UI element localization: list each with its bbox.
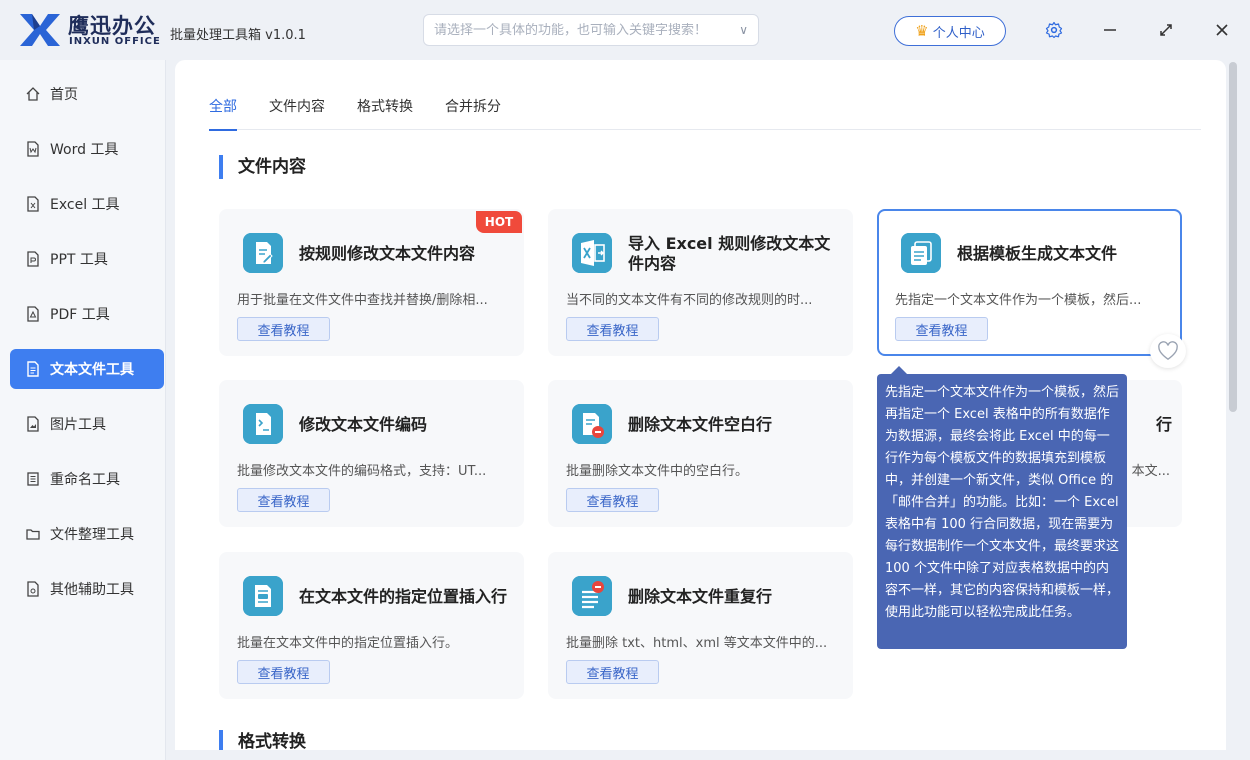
sidebar-item-word[interactable]: Word 工具 <box>10 129 164 169</box>
sidebar-item-label: 文本文件工具 <box>50 362 134 378</box>
sidebar-item-pdf[interactable]: PDF 工具 <box>10 294 164 334</box>
sidebar-item-excel[interactable]: Excel 工具 <box>10 184 164 224</box>
tool-card-title: 根据模板生成文本文件 <box>957 244 1118 263</box>
excel-file-icon <box>27 196 39 212</box>
maximize-button[interactable] <box>1154 18 1178 42</box>
view-tutorial-button[interactable]: 查看教程 <box>566 660 659 684</box>
sidebar-item-label: 重命名工具 <box>50 472 120 488</box>
pdf-file-icon <box>27 306 39 322</box>
home-icon <box>26 87 40 101</box>
sidebar-item-label: PDF 工具 <box>50 307 110 323</box>
view-tutorial-button[interactable]: 查看教程 <box>237 317 330 341</box>
crown-icon: ♛ <box>915 22 929 40</box>
inxun-logo-icon <box>20 14 60 46</box>
ppt-file-icon <box>27 251 39 267</box>
tool-card[interactable]: 删除文本文件重复行 批量删除 txt、html、xml 等文本文件中的... 查… <box>548 552 853 699</box>
folder-icon <box>26 529 40 540</box>
close-button[interactable] <box>1210 18 1234 42</box>
tool-card-desc: 先指定一个文本文件作为一个模板，然后... <box>895 293 1142 308</box>
section-title-file-content: 文件内容 <box>219 155 306 179</box>
sidebar: 首页 Word 工具 Excel 工具 PPT 工具 PDF 工具 文本文件工具… <box>0 60 166 760</box>
tool-card-desc: 批量修改文本文件的编码格式，支持：UT... <box>237 464 487 479</box>
sidebar-item-file-organize[interactable]: 文件整理工具 <box>10 514 164 554</box>
template-doc-icon <box>901 233 941 273</box>
sidebar-item-label: Word 工具 <box>50 142 119 158</box>
sidebar-item-label: 图片工具 <box>50 417 106 433</box>
sidebar-item-label: PPT 工具 <box>50 252 108 268</box>
tool-card-title: 修改文本文件编码 <box>299 415 428 434</box>
tool-card-desc: 批量删除文本文件中的空白行。 <box>566 464 749 479</box>
insert-line-icon <box>243 576 283 616</box>
tool-card[interactable]: 按规则修改文本文件内容 用于批量在文件文件中查找并替换/删除相... 查看教程 … <box>219 209 524 356</box>
tool-description-tooltip: 先指定一个文本文件作为一个模板，然后再指定一个 Excel 表格中的所有数据作为… <box>877 366 1127 649</box>
edit-doc-icon <box>243 233 283 273</box>
sidebar-item-label: 其他辅助工具 <box>50 582 134 598</box>
tab-file-content[interactable]: 文件内容 <box>269 96 325 130</box>
tool-card-title: 删除文本文件重复行 <box>628 587 773 606</box>
view-tutorial-button[interactable]: 查看教程 <box>895 317 988 341</box>
minimize-button[interactable] <box>1098 18 1122 42</box>
scrollbar-thumb[interactable] <box>1229 62 1237 412</box>
excel-import-icon <box>572 233 612 273</box>
tool-card[interactable]: 修改文本文件编码 批量修改文本文件的编码格式，支持：UT... 查看教程 <box>219 380 524 527</box>
rename-icon <box>27 472 39 486</box>
sidebar-item-home[interactable]: 首页 <box>10 74 164 114</box>
encoding-doc-icon <box>243 404 283 444</box>
brand-name-en: INXUN OFFICE <box>69 36 161 47</box>
tool-card-title: 按规则修改文本文件内容 <box>299 244 476 263</box>
remove-blank-line-icon <box>572 404 612 444</box>
tool-card-desc: 批量在文本文件中的指定位置插入行。 <box>237 636 459 651</box>
tool-card[interactable]: 删除文本文件空白行 批量删除文本文件中的空白行。 查看教程 <box>548 380 853 527</box>
app-title: 批量处理工具箱 v1.0.1 <box>170 28 306 43</box>
tool-card[interactable]: 根据模板生成文本文件 先指定一个文本文件作为一个模板，然后... 查看教程 <box>877 209 1182 356</box>
search-input[interactable] <box>434 22 740 38</box>
sidebar-item-other-tools[interactable]: 其他辅助工具 <box>10 569 164 609</box>
sidebar-item-ppt[interactable]: PPT 工具 <box>10 239 164 279</box>
view-tutorial-button[interactable]: 查看教程 <box>566 488 659 512</box>
sidebar-item-rename[interactable]: 重命名工具 <box>10 459 164 499</box>
text-file-icon <box>27 361 39 377</box>
tool-card[interactable]: 在文本文件的指定位置插入行 批量在文本文件中的指定位置插入行。 查看教程 <box>219 552 524 699</box>
favorite-heart-icon[interactable] <box>1150 334 1186 368</box>
search-box[interactable]: ∨ <box>423 14 759 46</box>
remove-duplicate-line-icon <box>572 576 612 616</box>
sidebar-item-label: 文件整理工具 <box>50 527 134 543</box>
scrollbar[interactable] <box>1228 62 1238 750</box>
tool-card-desc: 批量删除 txt、html、xml 等文本文件中的... <box>566 636 828 651</box>
tool-card-title: 导入 Excel 规则修改文本文件内容 <box>628 234 831 273</box>
sidebar-item-image[interactable]: 图片工具 <box>10 404 164 444</box>
word-file-icon <box>27 141 39 157</box>
image-file-icon <box>27 416 39 432</box>
personal-center-button[interactable]: ♛ 个人中心 <box>894 16 1006 46</box>
tab-merge-split[interactable]: 合并拆分 <box>445 96 501 130</box>
tab-format-convert[interactable]: 格式转换 <box>357 96 413 130</box>
sidebar-item-label: 首页 <box>50 87 78 103</box>
tool-card-title: 在文本文件的指定位置插入行 <box>299 587 508 606</box>
sidebar-item-label: Excel 工具 <box>50 197 120 213</box>
view-tutorial-button[interactable]: 查看教程 <box>566 317 659 341</box>
hot-badge: HOT <box>476 211 522 233</box>
tool-card-desc: 用于批量在文件文件中查找并替换/删除相... <box>237 293 488 308</box>
tab-all[interactable]: 全部 <box>209 96 237 131</box>
section-title-format-convert: 格式转换 <box>219 730 306 750</box>
title-bar: 鹰迅办公 INXUN OFFICE 批量处理工具箱 v1.0.1 ∨ ♛ 个人中… <box>0 0 1250 60</box>
tool-card[interactable]: 导入 Excel 规则修改文本文件内容 当不同的文本文件有不同的修改规则的时..… <box>548 209 853 356</box>
view-tutorial-button[interactable]: 查看教程 <box>237 488 330 512</box>
misc-file-icon <box>27 581 39 597</box>
tool-card-title: 删除文本文件空白行 <box>628 415 773 434</box>
personal-center-label: 个人中心 <box>932 25 985 41</box>
settings-gear-icon[interactable] <box>1042 18 1066 42</box>
view-tutorial-button[interactable]: 查看教程 <box>237 660 330 684</box>
sidebar-item-text-file[interactable]: 文本文件工具 <box>10 349 164 389</box>
category-tabs: 全部 文件内容 格式转换 合并拆分 <box>209 96 1201 131</box>
chevron-down-icon[interactable]: ∨ <box>739 23 748 37</box>
tool-card-desc: 当不同的文本文件有不同的修改规则的时... <box>566 293 813 308</box>
